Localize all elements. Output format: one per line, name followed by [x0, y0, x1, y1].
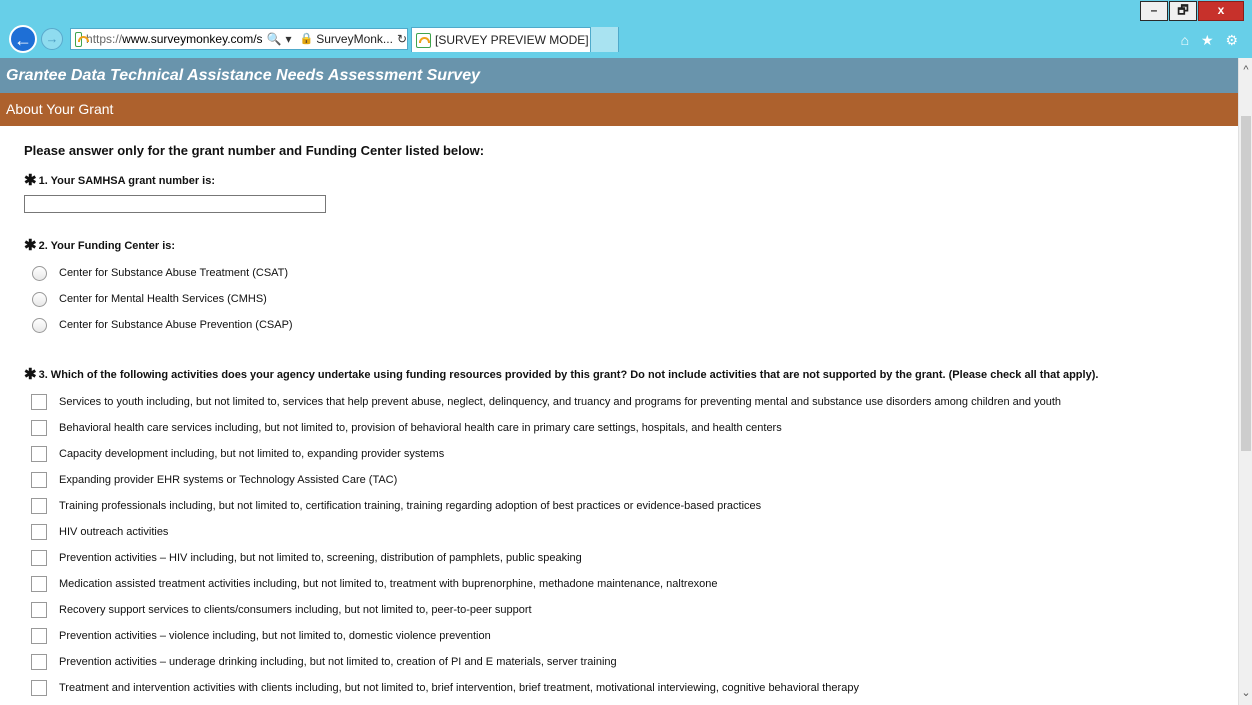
dropdown-icon[interactable]: ▾ [286, 29, 292, 49]
checkbox-option[interactable]: Prevention activities – violence includi… [24, 623, 1238, 649]
checkbox[interactable] [31, 446, 47, 462]
radio-option[interactable]: Center for Mental Health Services (CMHS) [24, 286, 1238, 312]
checkbox-option-label[interactable]: Medication assisted treatment activities… [59, 578, 718, 590]
required-star-icon: ✱ [24, 237, 37, 254]
checkbox-option-label[interactable]: HIV outreach activities [59, 526, 168, 538]
question-3-label: 3. Which of the following activities doe… [38, 369, 1099, 381]
checkbox[interactable] [31, 420, 47, 436]
question-3: ✱ 3. Which of the following activities d… [24, 366, 1238, 384]
question-2: ✱ 2. Your Funding Center is: [24, 237, 1238, 255]
tab-favicon-icon [416, 32, 431, 48]
checkbox-option-label[interactable]: Training professionals including, but no… [59, 500, 761, 512]
radio-option-label[interactable]: Center for Substance Abuse Treatment (CS… [59, 267, 288, 279]
close-window-button[interactable]: x [1198, 1, 1244, 21]
vertical-scrollbar[interactable]: ^ ⌄ [1238, 58, 1252, 705]
browser-tab[interactable]: [SURVEY PREVIEW MODE] ... × [411, 27, 619, 52]
scroll-thumb[interactable] [1241, 116, 1251, 451]
checkbox-option[interactable]: Capacity development including, but not … [24, 441, 1238, 467]
checkbox-option[interactable]: Recovery support services to clients/con… [24, 597, 1238, 623]
radio-button[interactable] [32, 291, 47, 307]
checkbox-option-label[interactable]: Behavioral health care services includin… [59, 422, 782, 434]
checkbox[interactable] [31, 628, 47, 644]
checkbox[interactable] [31, 654, 47, 670]
section-header: About Your Grant [0, 93, 1238, 126]
site-identity-label[interactable]: SurveyMonk... [316, 29, 393, 49]
scroll-up-icon[interactable]: ^ [1239, 64, 1252, 76]
checkbox-option-label[interactable]: Treatment and intervention activities wi… [59, 682, 859, 694]
checkbox-option[interactable]: Expanding provider EHR systems or Techno… [24, 467, 1238, 493]
tab-title: [SURVEY PREVIEW MODE] ... [435, 33, 602, 47]
checkbox-option-label[interactable]: Prevention activities – underage drinkin… [59, 656, 617, 668]
checkbox-option[interactable]: Medication assisted treatment activities… [24, 571, 1238, 597]
url-scheme: https:// [86, 32, 123, 46]
activity-options: Services to youth including, but not lim… [24, 389, 1238, 701]
checkbox-option[interactable]: Prevention activities – underage drinkin… [24, 649, 1238, 675]
restore-button[interactable]: 🗗 [1169, 1, 1197, 21]
survey-content: Please answer only for the grant number … [0, 143, 1238, 701]
funding-center-options: Center for Substance Abuse Treatment (CS… [24, 260, 1238, 338]
url-host: www.surveymonkey.com/s [122, 32, 263, 46]
checkbox-option-label[interactable]: Prevention activities – violence includi… [59, 630, 491, 642]
checkbox-option[interactable]: HIV outreach activities [24, 519, 1238, 545]
radio-button[interactable] [32, 317, 47, 333]
checkbox-option-label[interactable]: Expanding provider EHR systems or Techno… [59, 474, 397, 486]
question-1-label: 1. Your SAMHSA grant number is: [38, 175, 216, 187]
question-1: ✱ 1. Your SAMHSA grant number is: [24, 172, 1238, 190]
checkbox-option-label[interactable]: Services to youth including, but not lim… [59, 396, 1061, 408]
radio-option-label[interactable]: Center for Mental Health Services (CMHS) [59, 293, 267, 305]
lock-icon: 🔒 [299, 33, 314, 45]
toolbar-icons[interactable]: ⌂ ★ ⚙ [1181, 32, 1242, 49]
checkbox-option-label[interactable]: Prevention activities – HIV including, b… [59, 552, 582, 564]
site-favicon-icon [75, 31, 90, 47]
survey-page: Grantee Data Technical Assistance Needs … [0, 58, 1238, 705]
checkbox[interactable] [31, 576, 47, 592]
refresh-icon[interactable]: ↻ [397, 29, 407, 49]
checkbox-option[interactable]: Prevention activities – HIV including, b… [24, 545, 1238, 571]
browser-chrome: – 🗗 x ← → https://www.surveymonkey.com/s… [0, 0, 1252, 58]
radio-option[interactable]: Center for Substance Abuse Prevention (C… [24, 312, 1238, 338]
checkbox-option[interactable]: Treatment and intervention activities wi… [24, 675, 1238, 701]
radio-button[interactable] [32, 265, 47, 281]
checkbox[interactable] [31, 680, 47, 696]
radio-option[interactable]: Center for Substance Abuse Treatment (CS… [24, 260, 1238, 286]
forward-arrow-icon: → [45, 31, 59, 46]
search-icon[interactable]: 🔍 [267, 29, 282, 49]
checkbox-option[interactable]: Training professionals including, but no… [24, 493, 1238, 519]
window-controls: – 🗗 x [1139, 1, 1244, 21]
checkbox[interactable] [31, 498, 47, 514]
grant-number-input[interactable] [24, 195, 326, 213]
question-2-label: 2. Your Funding Center is: [38, 240, 176, 252]
minimize-button[interactable]: – [1140, 1, 1168, 21]
checkbox[interactable] [31, 472, 47, 488]
new-tab-button[interactable] [590, 27, 618, 52]
survey-intro: Please answer only for the grant number … [24, 143, 485, 158]
checkbox[interactable] [31, 524, 47, 540]
checkbox[interactable] [31, 550, 47, 566]
address-bar[interactable]: https://www.surveymonkey.com/s 🔍 ▾ 🔒 Sur… [70, 28, 408, 50]
forward-button[interactable]: → [41, 28, 63, 50]
checkbox-option-label[interactable]: Recovery support services to clients/con… [59, 604, 532, 616]
checkbox[interactable] [31, 602, 47, 618]
required-star-icon: ✱ [24, 366, 37, 383]
required-star-icon: ✱ [24, 172, 37, 189]
back-button[interactable]: ← [9, 25, 37, 53]
scroll-down-icon[interactable]: ⌄ [1239, 686, 1252, 699]
checkbox-option-label[interactable]: Capacity development including, but not … [59, 448, 444, 460]
radio-option-label[interactable]: Center for Substance Abuse Prevention (C… [59, 319, 293, 331]
survey-title: Grantee Data Technical Assistance Needs … [0, 58, 1238, 93]
checkbox-option[interactable]: Services to youth including, but not lim… [24, 389, 1238, 415]
checkbox-option[interactable]: Behavioral health care services includin… [24, 415, 1238, 441]
checkbox[interactable] [31, 394, 47, 410]
back-arrow-icon: ← [14, 30, 32, 50]
